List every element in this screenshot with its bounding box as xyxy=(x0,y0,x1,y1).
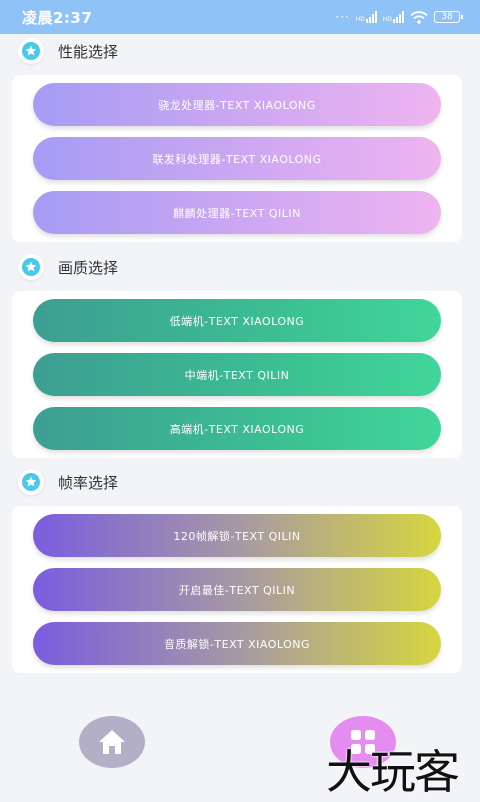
home-icon xyxy=(99,730,125,754)
signal-icon: HD xyxy=(356,11,377,23)
home-button[interactable] xyxy=(79,716,145,768)
snapdragon-button[interactable]: 骁龙处理器-TEXT XIAOLONG xyxy=(33,83,441,126)
mediatek-button[interactable]: 联发科处理器-TEXT XIAOLONG xyxy=(33,137,441,180)
hd-label: HD xyxy=(355,16,365,23)
more-dots-icon: ··· xyxy=(335,10,350,24)
watermark: 大玩客 xyxy=(326,745,460,799)
section-header-framerate: 帧率选择 xyxy=(18,469,118,495)
status-time: 凌晨2:37 xyxy=(22,8,93,27)
signal-icon: HD xyxy=(383,11,404,23)
quality-card: 低端机-TEXT XIAOLONG 中端机-TEXT QILIN 高端机-TEX… xyxy=(12,291,462,458)
star-badge-icon xyxy=(18,254,44,280)
section-title: 画质选择 xyxy=(58,258,119,277)
section-title: 性能选择 xyxy=(58,42,119,61)
star-badge-icon xyxy=(18,469,44,495)
high-end-button[interactable]: 高端机-TEXT XIAOLONG xyxy=(33,407,441,450)
hd-label: HD xyxy=(382,16,392,23)
low-end-button[interactable]: 低端机-TEXT XIAOLONG xyxy=(33,299,441,342)
audio-unlock-button[interactable]: 音质解锁-TEXT XIAOLONG xyxy=(33,622,441,665)
section-title: 帧率选择 xyxy=(58,473,119,492)
performance-card: 骁龙处理器-TEXT XIAOLONG 联发科处理器-TEXT XIAOLONG… xyxy=(12,75,462,242)
enable-best-button[interactable]: 开启最佳-TEXT QILIN xyxy=(33,568,441,611)
kirin-button[interactable]: 麒麟处理器-TEXT QILIN xyxy=(33,191,441,234)
battery-icon: 38 xyxy=(434,11,463,23)
section-header-quality: 画质选择 xyxy=(18,254,118,280)
status-bar: 凌晨2:37 ··· HD HD 38 xyxy=(0,0,480,34)
star-badge-icon xyxy=(18,38,44,64)
fps-120-unlock-button[interactable]: 120帧解锁-TEXT QILIN xyxy=(33,514,441,557)
status-icons: ··· HD HD 38 xyxy=(335,10,463,24)
framerate-card: 120帧解锁-TEXT QILIN 开启最佳-TEXT QILIN 音质解锁-T… xyxy=(12,506,462,673)
section-header-performance: 性能选择 xyxy=(18,38,118,64)
mid-range-button[interactable]: 中端机-TEXT QILIN xyxy=(33,353,441,396)
wifi-icon xyxy=(410,10,428,24)
